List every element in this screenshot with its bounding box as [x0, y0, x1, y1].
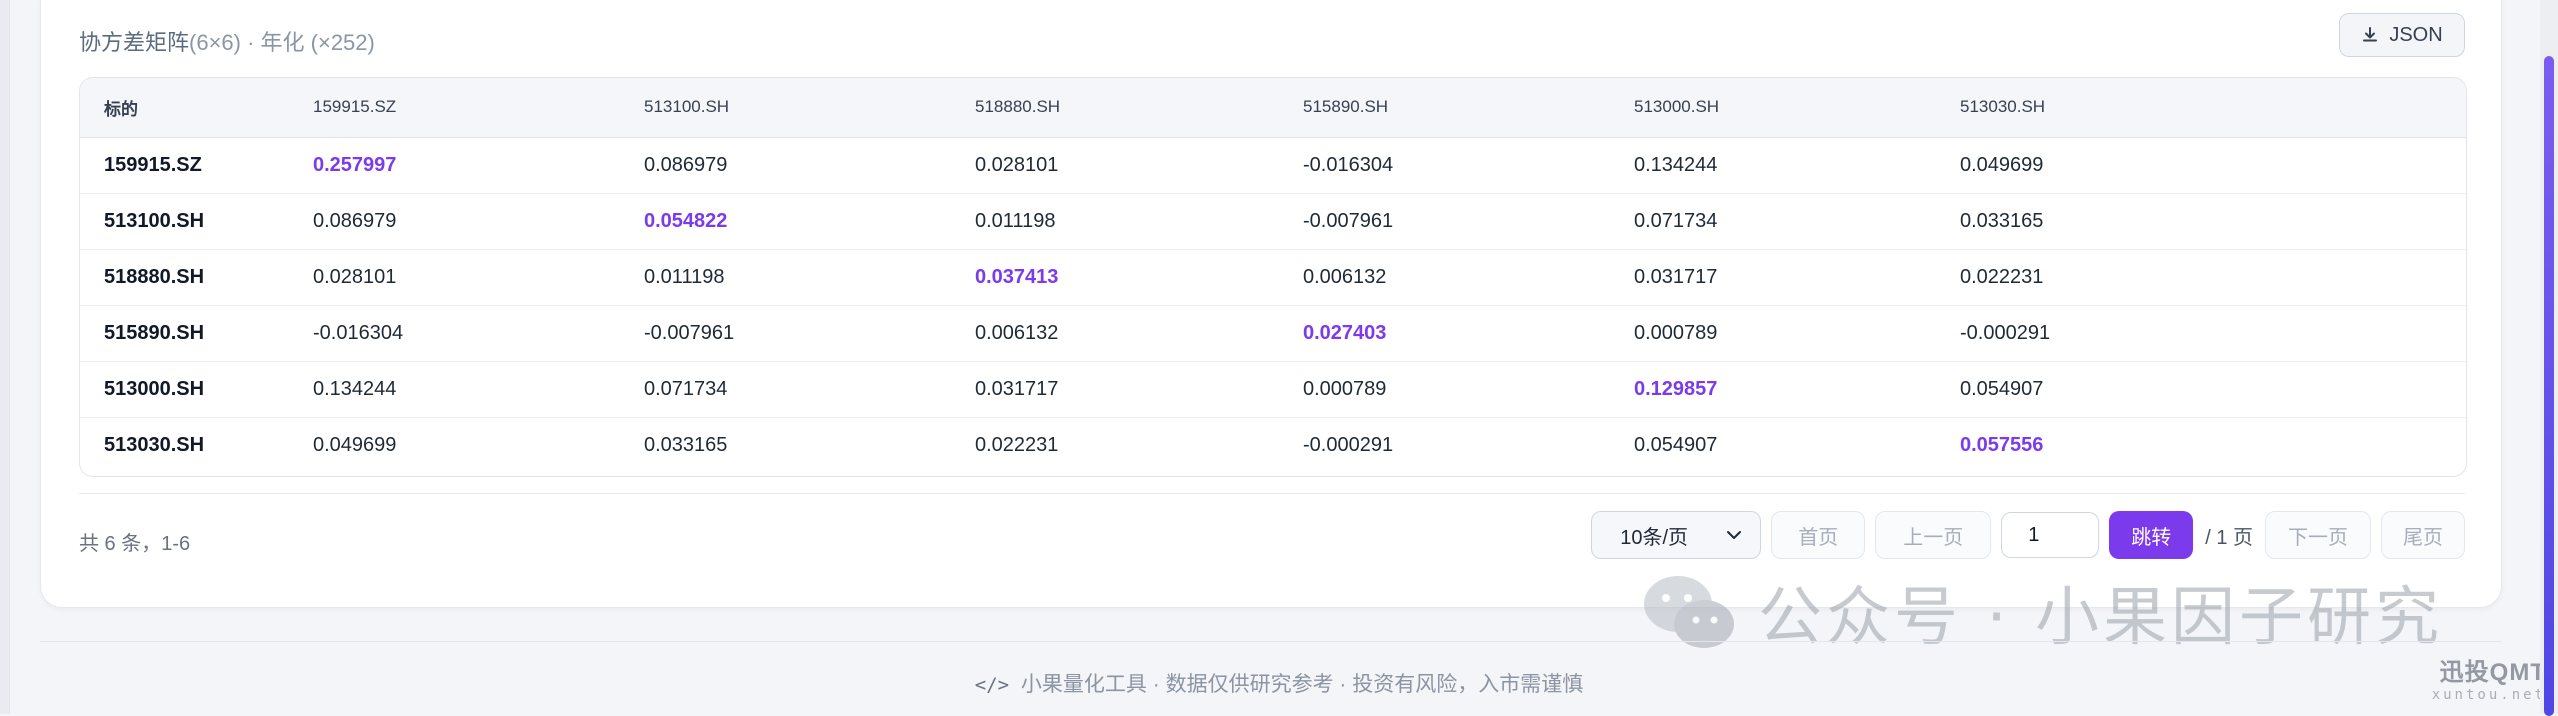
json-button-label: JSON — [2389, 23, 2443, 46]
covariance-cell: 0.049699 — [1960, 153, 2044, 176]
covariance-cell: -0.000291 — [1936, 304, 2466, 361]
covariance-cell: 0.033165 — [620, 416, 951, 473]
variance-cell: 0.057556 — [1936, 416, 2466, 473]
variance-cell: 0.027403 — [1279, 304, 1610, 361]
covariance-cell: 0.031717 — [1610, 248, 1936, 305]
row-label: 513100.SH — [80, 192, 289, 249]
column-header: 518880.SH — [951, 78, 1279, 138]
first-page-button[interactable]: 首页 — [1771, 511, 1866, 559]
row-label: 513030.SH — [80, 416, 289, 473]
covariance-cell: 0.028101 — [289, 248, 620, 305]
covariance-cell: 0.134244 — [289, 360, 620, 417]
table-row: 515890.SH -0.016304 -0.007961 0.006132 0.027… — [80, 304, 2466, 361]
scrollbar-thumb[interactable] — [2544, 56, 2554, 716]
covariance-cell: 0.028101 — [975, 153, 1059, 176]
chevron-down-icon — [1727, 531, 1742, 539]
table-row: 159915.SZ 0.257997 0.086979 0.028101 -0.0163… — [80, 137, 2466, 193]
page-number-input[interactable]: 1 — [2001, 512, 2100, 558]
footer-divider — [40, 641, 2502, 642]
brand-watermark: 迅投QMT xuntou.net — [2432, 652, 2546, 703]
brand-text: 迅投QMT — [2439, 659, 2546, 686]
jump-button[interactable]: 跳转 — [2109, 511, 2194, 559]
covariance-cell: -0.007961 — [620, 304, 951, 361]
table-row: 513030.SH 0.049699 0.033165 0.022231 -0.0002… — [80, 416, 2466, 473]
page-count: / 1 页 — [2205, 526, 2253, 549]
covariance-cell: 0.071734 — [620, 360, 951, 417]
watermark-text: 公众号 · 小果因子研究 — [1758, 581, 2444, 655]
column-header: 515890.SH — [1279, 78, 1610, 138]
variance-cell: 0.257997 — [313, 153, 397, 176]
table-header-row: 标的 159915.SZ 513100.SH 518880.SH 515890.SH 5… — [80, 78, 2466, 138]
covariance-cell: 0.033165 — [1936, 192, 2466, 249]
covariance-cell: 0.011198 — [620, 248, 951, 305]
covariance-cell: 0.006132 — [1279, 248, 1610, 305]
column-header: 513000.SH — [1610, 78, 1936, 138]
table-row: 513000.SH 0.134244 0.071734 0.031717 0.00078… — [80, 360, 2466, 417]
footer-text: 小果量化工具 · 数据仅供研究参考 · 投资有风险，入市需谨慎 — [1020, 673, 1584, 696]
covariance-cell: -0.000291 — [1279, 416, 1610, 473]
row-label: 513000.SH — [80, 360, 289, 417]
last-page-button[interactable]: 尾页 — [2381, 511, 2465, 559]
column-header: 159915.SZ — [289, 78, 620, 138]
covariance-cell: 0.054907 — [1936, 360, 2466, 417]
footer: </> 小果量化工具 · 数据仅供研究参考 · 投资有风险，入市需谨慎 — [0, 668, 2558, 698]
brand-domain: xuntou.net — [2431, 687, 2546, 703]
covariance-cell: 0.006132 — [951, 304, 1279, 361]
covariance-cell: 0.011198 — [951, 192, 1279, 249]
wechat-watermark: 公众号 · 小果因子研究 — [1640, 566, 2443, 658]
card-title: 协方差矩阵 (6×6) · 年化 (×252) — [79, 25, 375, 57]
covariance-table: 标的 159915.SZ 513100.SH 518880.SH 515890.SH 5… — [79, 77, 2467, 477]
column-header: 513100.SH — [620, 78, 951, 138]
pagination: 10条/页 首页 上一页 1 跳转 / 1 页 下一页 尾页 — [1591, 511, 2465, 559]
covariance-cell: 0.086979 — [289, 192, 620, 249]
covariance-cell: 0.086979 — [644, 153, 728, 176]
covariance-cell: 0.022231 — [1936, 248, 2466, 305]
json-export-button[interactable]: JSON — [2339, 13, 2465, 57]
covariance-cell: -0.016304 — [1303, 153, 1394, 176]
covariance-cell: 0.054907 — [1610, 416, 1936, 473]
page-scrollbar[interactable] — [2540, 0, 2558, 716]
total-count: 共 6 条，1-6 — [79, 533, 191, 555]
covariance-cell: 0.049699 — [289, 416, 620, 473]
prev-page-button[interactable]: 上一页 — [1875, 511, 1992, 559]
table-body: 159915.SZ 0.257997 0.086979 0.028101 -0.0163… — [80, 137, 2466, 473]
table-row: 513100.SH 0.086979 0.054822 0.011198 -0.0079… — [80, 192, 2466, 249]
covariance-cell: 0.000789 — [1279, 360, 1610, 417]
download-icon — [2363, 27, 2378, 42]
corner-header: 标的 — [80, 78, 289, 138]
variance-cell: 0.037413 — [951, 248, 1279, 305]
row-label: 159915.SZ — [104, 153, 202, 176]
covariance-cell: 0.071734 — [1610, 192, 1936, 249]
covariance-cell: 0.022231 — [951, 416, 1279, 473]
next-page-button[interactable]: 下一页 — [2265, 511, 2371, 559]
variance-cell: 0.129857 — [1610, 360, 1936, 417]
title-text: 协方差矩阵 — [79, 30, 190, 55]
covariance-cell: 0.031717 — [951, 360, 1279, 417]
covariance-card: 协方差矩阵 (6×6) · 年化 (×252) JSON 标的 159915.S… — [40, 0, 2502, 608]
title-subtitle: (6×6) · 年化 (×252) — [189, 30, 375, 55]
covariance-cell: -0.016304 — [289, 304, 620, 361]
covariance-cell: 0.134244 — [1634, 153, 1718, 176]
divider — [79, 493, 2465, 494]
code-icon: </> — [974, 674, 1010, 696]
page-size-select[interactable]: 10条/页 — [1591, 511, 1762, 559]
row-label: 518880.SH — [80, 248, 289, 305]
covariance-cell: -0.007961 — [1279, 192, 1610, 249]
left-edge — [0, 0, 10, 714]
column-header: 513030.SH — [1936, 78, 2466, 138]
table-row: 518880.SH 0.028101 0.011198 0.037413 0.00613… — [80, 248, 2466, 305]
page-size-value: 10条/页 — [1620, 526, 1689, 549]
row-label: 515890.SH — [80, 304, 289, 361]
variance-cell: 0.054822 — [620, 192, 951, 249]
covariance-cell: 0.000789 — [1610, 304, 1936, 361]
